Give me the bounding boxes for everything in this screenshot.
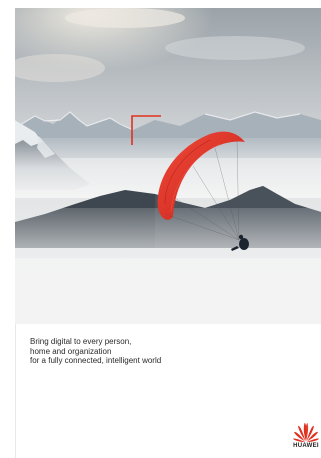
cover-photo xyxy=(15,8,321,324)
huawei-logo: HUAWEI xyxy=(291,421,321,453)
tagline-line-2: home and organization xyxy=(30,346,112,356)
tagline-line-3: for a fully connected, intelligent world xyxy=(30,356,162,365)
brand-name: HUAWEI xyxy=(293,443,319,449)
tagline-line-1: Bring digital to every person, xyxy=(30,337,132,346)
huawei-petal-logo-icon xyxy=(293,422,319,442)
page-edge-rule xyxy=(15,324,16,458)
tagline: Bring digital to every person, home and … xyxy=(30,337,270,366)
document-page: Bring digital to every person, home and … xyxy=(0,0,321,458)
paraglider-mountain-image xyxy=(15,8,321,324)
